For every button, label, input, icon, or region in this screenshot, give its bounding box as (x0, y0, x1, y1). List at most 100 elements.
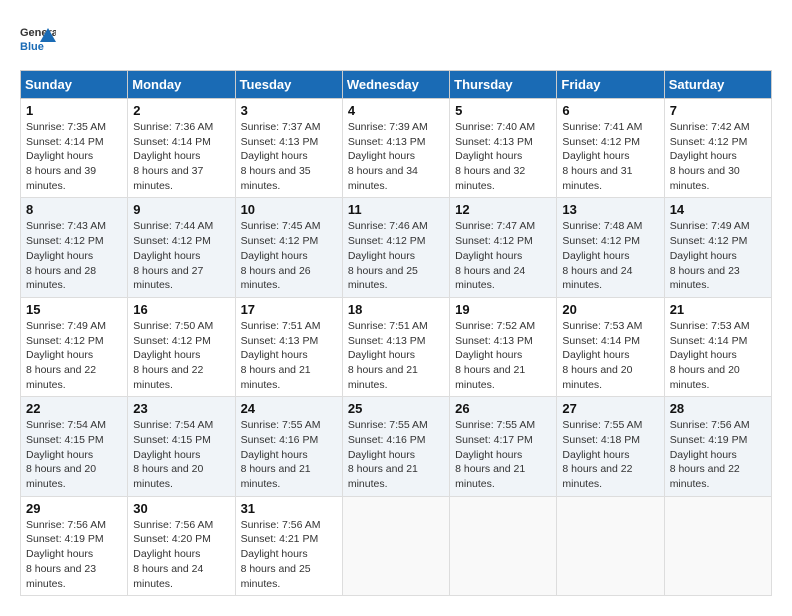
calendar-cell: 25 Sunrise: 7:55 AM Sunset: 4:16 PM Dayl… (342, 397, 449, 496)
day-number: 11 (348, 202, 444, 217)
day-number: 4 (348, 103, 444, 118)
day-info: Sunrise: 7:35 AM Sunset: 4:14 PM Dayligh… (26, 120, 122, 193)
day-info: Sunrise: 7:55 AM Sunset: 4:17 PM Dayligh… (455, 418, 551, 491)
weekday-header-row: SundayMondayTuesdayWednesdayThursdayFrid… (21, 71, 772, 99)
logo-icon: General Blue (20, 20, 56, 60)
day-info: Sunrise: 7:52 AM Sunset: 4:13 PM Dayligh… (455, 319, 551, 392)
calendar-cell: 14 Sunrise: 7:49 AM Sunset: 4:12 PM Dayl… (664, 198, 771, 297)
calendar-cell: 6 Sunrise: 7:41 AM Sunset: 4:12 PM Dayli… (557, 99, 664, 198)
day-number: 23 (133, 401, 229, 416)
calendar-cell: 18 Sunrise: 7:51 AM Sunset: 4:13 PM Dayl… (342, 297, 449, 396)
day-info: Sunrise: 7:42 AM Sunset: 4:12 PM Dayligh… (670, 120, 766, 193)
calendar-cell: 23 Sunrise: 7:54 AM Sunset: 4:15 PM Dayl… (128, 397, 235, 496)
day-info: Sunrise: 7:36 AM Sunset: 4:14 PM Dayligh… (133, 120, 229, 193)
weekday-header-monday: Monday (128, 71, 235, 99)
day-number: 27 (562, 401, 658, 416)
calendar-cell: 30 Sunrise: 7:56 AM Sunset: 4:20 PM Dayl… (128, 496, 235, 595)
day-info: Sunrise: 7:54 AM Sunset: 4:15 PM Dayligh… (26, 418, 122, 491)
day-info: Sunrise: 7:39 AM Sunset: 4:13 PM Dayligh… (348, 120, 444, 193)
calendar-cell (342, 496, 449, 595)
weekday-header-tuesday: Tuesday (235, 71, 342, 99)
calendar-cell: 5 Sunrise: 7:40 AM Sunset: 4:13 PM Dayli… (450, 99, 557, 198)
day-info: Sunrise: 7:45 AM Sunset: 4:12 PM Dayligh… (241, 219, 337, 292)
day-info: Sunrise: 7:49 AM Sunset: 4:12 PM Dayligh… (26, 319, 122, 392)
day-number: 21 (670, 302, 766, 317)
day-info: Sunrise: 7:55 AM Sunset: 4:18 PM Dayligh… (562, 418, 658, 491)
day-info: Sunrise: 7:49 AM Sunset: 4:12 PM Dayligh… (670, 219, 766, 292)
calendar-cell: 3 Sunrise: 7:37 AM Sunset: 4:13 PM Dayli… (235, 99, 342, 198)
day-number: 18 (348, 302, 444, 317)
calendar-cell: 22 Sunrise: 7:54 AM Sunset: 4:15 PM Dayl… (21, 397, 128, 496)
calendar-cell: 7 Sunrise: 7:42 AM Sunset: 4:12 PM Dayli… (664, 99, 771, 198)
day-info: Sunrise: 7:54 AM Sunset: 4:15 PM Dayligh… (133, 418, 229, 491)
day-number: 28 (670, 401, 766, 416)
calendar-cell: 13 Sunrise: 7:48 AM Sunset: 4:12 PM Dayl… (557, 198, 664, 297)
day-info: Sunrise: 7:48 AM Sunset: 4:12 PM Dayligh… (562, 219, 658, 292)
day-info: Sunrise: 7:56 AM Sunset: 4:19 PM Dayligh… (26, 518, 122, 591)
day-info: Sunrise: 7:47 AM Sunset: 4:12 PM Dayligh… (455, 219, 551, 292)
day-number: 1 (26, 103, 122, 118)
calendar-cell: 12 Sunrise: 7:47 AM Sunset: 4:12 PM Dayl… (450, 198, 557, 297)
calendar-cell: 16 Sunrise: 7:50 AM Sunset: 4:12 PM Dayl… (128, 297, 235, 396)
day-info: Sunrise: 7:56 AM Sunset: 4:19 PM Dayligh… (670, 418, 766, 491)
calendar-cell: 21 Sunrise: 7:53 AM Sunset: 4:14 PM Dayl… (664, 297, 771, 396)
day-number: 2 (133, 103, 229, 118)
weekday-header-wednesday: Wednesday (342, 71, 449, 99)
day-number: 19 (455, 302, 551, 317)
week-row-3: 15 Sunrise: 7:49 AM Sunset: 4:12 PM Dayl… (21, 297, 772, 396)
day-info: Sunrise: 7:55 AM Sunset: 4:16 PM Dayligh… (241, 418, 337, 491)
calendar-cell: 4 Sunrise: 7:39 AM Sunset: 4:13 PM Dayli… (342, 99, 449, 198)
day-number: 8 (26, 202, 122, 217)
calendar-cell: 29 Sunrise: 7:56 AM Sunset: 4:19 PM Dayl… (21, 496, 128, 595)
calendar-cell: 1 Sunrise: 7:35 AM Sunset: 4:14 PM Dayli… (21, 99, 128, 198)
day-info: Sunrise: 7:46 AM Sunset: 4:12 PM Dayligh… (348, 219, 444, 292)
day-info: Sunrise: 7:51 AM Sunset: 4:13 PM Dayligh… (348, 319, 444, 392)
calendar-cell: 8 Sunrise: 7:43 AM Sunset: 4:12 PM Dayli… (21, 198, 128, 297)
day-number: 16 (133, 302, 229, 317)
day-info: Sunrise: 7:55 AM Sunset: 4:16 PM Dayligh… (348, 418, 444, 491)
calendar-cell: 28 Sunrise: 7:56 AM Sunset: 4:19 PM Dayl… (664, 397, 771, 496)
calendar-cell: 19 Sunrise: 7:52 AM Sunset: 4:13 PM Dayl… (450, 297, 557, 396)
calendar-cell: 2 Sunrise: 7:36 AM Sunset: 4:14 PM Dayli… (128, 99, 235, 198)
day-number: 7 (670, 103, 766, 118)
day-number: 12 (455, 202, 551, 217)
calendar-cell (557, 496, 664, 595)
calendar-cell: 26 Sunrise: 7:55 AM Sunset: 4:17 PM Dayl… (450, 397, 557, 496)
day-info: Sunrise: 7:53 AM Sunset: 4:14 PM Dayligh… (670, 319, 766, 392)
day-number: 14 (670, 202, 766, 217)
calendar-cell (450, 496, 557, 595)
calendar-cell: 24 Sunrise: 7:55 AM Sunset: 4:16 PM Dayl… (235, 397, 342, 496)
weekday-header-thursday: Thursday (450, 71, 557, 99)
day-number: 29 (26, 501, 122, 516)
week-row-2: 8 Sunrise: 7:43 AM Sunset: 4:12 PM Dayli… (21, 198, 772, 297)
calendar-cell: 10 Sunrise: 7:45 AM Sunset: 4:12 PM Dayl… (235, 198, 342, 297)
day-info: Sunrise: 7:51 AM Sunset: 4:13 PM Dayligh… (241, 319, 337, 392)
svg-text:Blue: Blue (20, 41, 44, 53)
weekday-header-sunday: Sunday (21, 71, 128, 99)
day-number: 5 (455, 103, 551, 118)
day-info: Sunrise: 7:40 AM Sunset: 4:13 PM Dayligh… (455, 120, 551, 193)
day-info: Sunrise: 7:43 AM Sunset: 4:12 PM Dayligh… (26, 219, 122, 292)
week-row-1: 1 Sunrise: 7:35 AM Sunset: 4:14 PM Dayli… (21, 99, 772, 198)
day-info: Sunrise: 7:56 AM Sunset: 4:20 PM Dayligh… (133, 518, 229, 591)
day-info: Sunrise: 7:56 AM Sunset: 4:21 PM Dayligh… (241, 518, 337, 591)
day-info: Sunrise: 7:44 AM Sunset: 4:12 PM Dayligh… (133, 219, 229, 292)
day-info: Sunrise: 7:53 AM Sunset: 4:14 PM Dayligh… (562, 319, 658, 392)
day-number: 6 (562, 103, 658, 118)
calendar-cell: 9 Sunrise: 7:44 AM Sunset: 4:12 PM Dayli… (128, 198, 235, 297)
day-info: Sunrise: 7:37 AM Sunset: 4:13 PM Dayligh… (241, 120, 337, 193)
day-number: 20 (562, 302, 658, 317)
week-row-5: 29 Sunrise: 7:56 AM Sunset: 4:19 PM Dayl… (21, 496, 772, 595)
day-number: 15 (26, 302, 122, 317)
header: General Blue (20, 20, 772, 60)
calendar-cell: 27 Sunrise: 7:55 AM Sunset: 4:18 PM Dayl… (557, 397, 664, 496)
week-row-4: 22 Sunrise: 7:54 AM Sunset: 4:15 PM Dayl… (21, 397, 772, 496)
day-number: 26 (455, 401, 551, 416)
day-info: Sunrise: 7:41 AM Sunset: 4:12 PM Dayligh… (562, 120, 658, 193)
weekday-header-friday: Friday (557, 71, 664, 99)
calendar-table: SundayMondayTuesdayWednesdayThursdayFrid… (20, 70, 772, 596)
logo: General Blue (20, 20, 56, 60)
day-number: 22 (26, 401, 122, 416)
day-number: 3 (241, 103, 337, 118)
calendar-cell: 17 Sunrise: 7:51 AM Sunset: 4:13 PM Dayl… (235, 297, 342, 396)
